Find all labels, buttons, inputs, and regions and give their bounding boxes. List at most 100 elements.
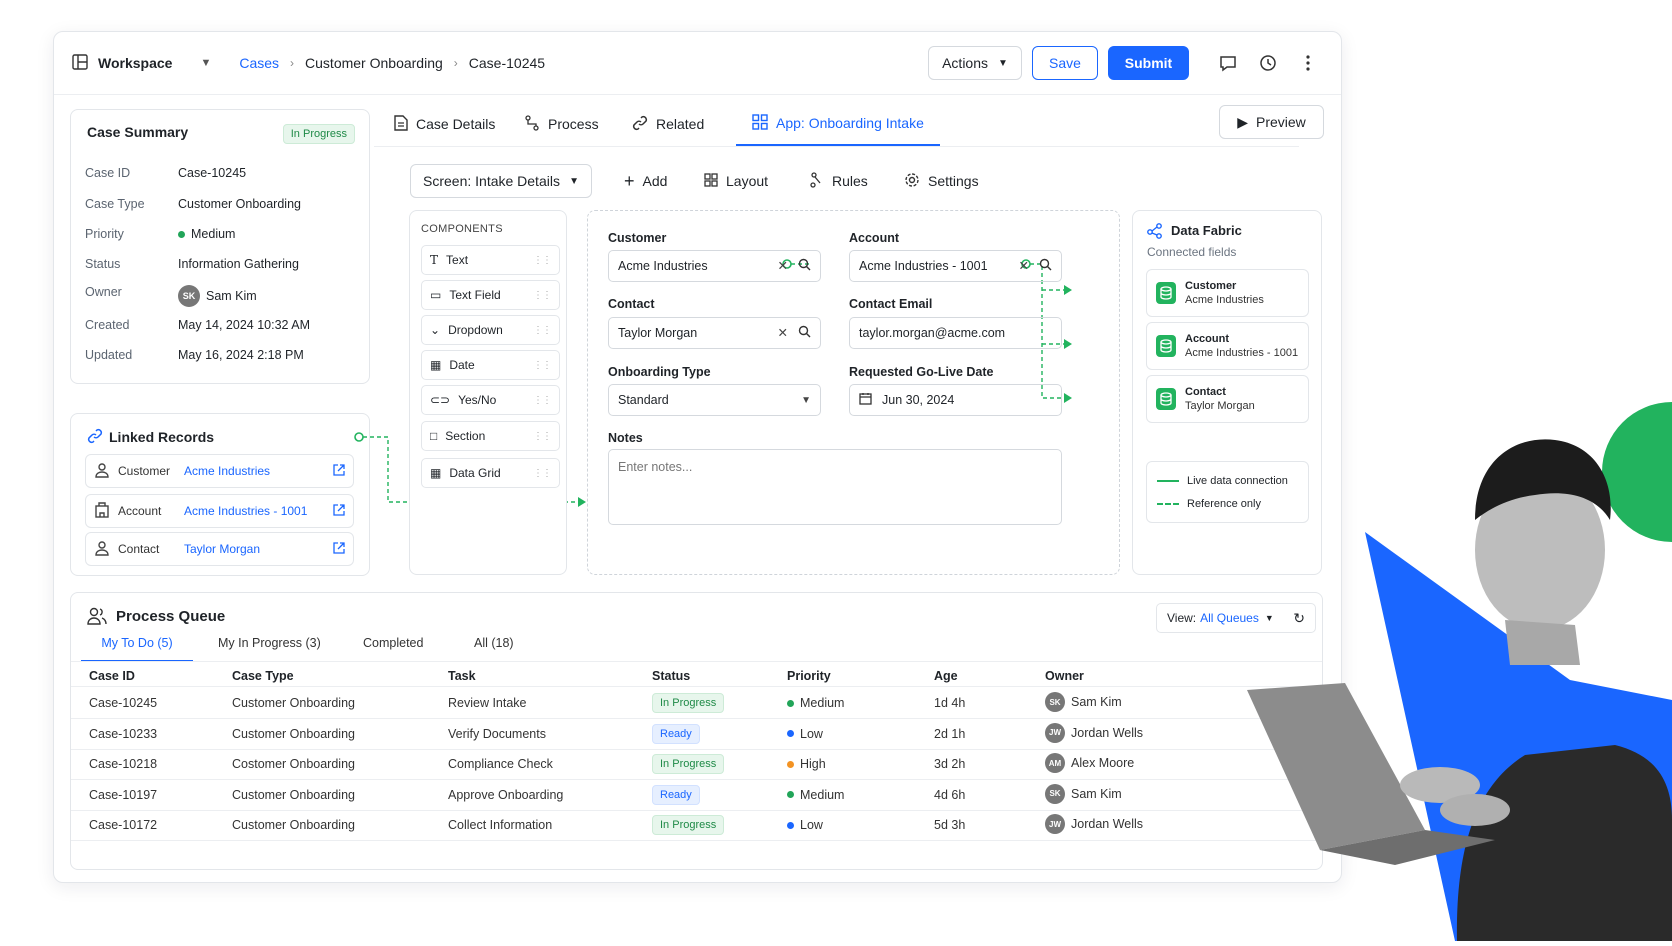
rules-label: Rules — [832, 173, 868, 189]
drag-handle-icon[interactable]: ⋮⋮ — [533, 325, 552, 336]
field-key: Status — [85, 257, 121, 271]
save-button[interactable]: Save — [1032, 46, 1098, 80]
component-text-field[interactable]: ▭ Text Field ⋮⋮ — [421, 280, 560, 310]
comment-icon[interactable] — [1213, 48, 1243, 78]
tab-label: App: Onboarding Intake — [776, 115, 924, 131]
onboarding-type-label: Onboarding Type — [608, 365, 711, 379]
case-id-cell[interactable]: Case-10245 — [89, 696, 157, 710]
chevron-right-icon: › — [290, 56, 295, 70]
priority-dot — [178, 230, 185, 238]
linked-value[interactable]: Acme Industries — [184, 464, 270, 478]
field-value: Case-10245 — [178, 166, 247, 180]
customer-value: Acme Industries — [618, 259, 708, 273]
column-header[interactable]: Priority — [787, 669, 831, 683]
linked-record-contact[interactable]: Contact Taylor Morgan — [85, 532, 354, 566]
actions-button[interactable]: Actions ▼ — [928, 46, 1022, 80]
case-id-cell[interactable]: Case-10197 — [89, 788, 157, 802]
component-yes-no[interactable]: ⊂⊃ Yes/No ⋮⋮ — [421, 385, 560, 415]
priority-dot — [787, 699, 794, 707]
rules-button[interactable]: Rules — [810, 164, 868, 198]
column-header[interactable]: Task — [448, 669, 476, 683]
column-header[interactable]: Status — [652, 669, 690, 683]
drag-handle-icon[interactable]: ⋮⋮ — [533, 395, 552, 406]
clear-icon[interactable]: ✕ — [1019, 258, 1029, 274]
table-row[interactable]: Case-10245 Customer Onboarding Review Inta… — [71, 688, 1322, 719]
tab-related[interactable]: Related — [632, 102, 704, 146]
linked-value[interactable]: Acme Industries - 1001 — [184, 504, 307, 518]
table-row[interactable]: Case-10197 Customer Onboarding Approve Onb… — [71, 780, 1322, 811]
external-link-icon[interactable] — [333, 541, 345, 557]
link-icon — [87, 428, 103, 449]
search-icon[interactable] — [798, 325, 811, 341]
add-button[interactable]: + Add — [624, 164, 667, 198]
drag-handle-icon[interactable]: ⋮⋮ — [533, 360, 552, 371]
column-header[interactable]: Case Type — [232, 669, 294, 683]
external-link-icon[interactable] — [333, 503, 345, 519]
more-icon[interactable] — [1293, 48, 1323, 78]
notes-textarea[interactable]: Enter notes... — [608, 449, 1062, 525]
column-header[interactable]: Case ID — [89, 669, 135, 683]
tab-my-in-progress[interactable]: My In Progress (3) — [218, 636, 321, 662]
account-field[interactable]: Acme Industries - 1001 ✕ — [849, 250, 1062, 282]
linked-label: Contact — [118, 542, 160, 556]
calendar-icon[interactable] — [859, 392, 872, 408]
search-icon[interactable] — [1039, 258, 1052, 274]
fabric-field-account[interactable]: Account Acme Industries - 1001 — [1146, 322, 1309, 370]
breadcrumb-customer-onboarding[interactable]: Customer Onboarding — [305, 55, 443, 71]
screen-select[interactable]: Screen: Intake Details ▼ — [410, 164, 592, 198]
priority-label: Low — [800, 726, 823, 741]
drag-handle-icon[interactable]: ⋮⋮ — [533, 290, 552, 301]
contact-field[interactable]: Taylor Morgan ✕ — [608, 317, 821, 349]
settings-button[interactable]: Settings — [904, 164, 979, 198]
tab-process[interactable]: Process — [524, 102, 599, 146]
table-row[interactable]: Case-10233 Customer Onboarding Verify Docu… — [71, 719, 1322, 750]
column-header[interactable]: Age — [934, 669, 958, 683]
contact-email-field[interactable]: taylor.morgan@acme.com — [849, 317, 1062, 349]
customer-field[interactable]: Acme Industries ✕ — [608, 250, 821, 282]
component-text[interactable]: T Text ⋮⋮ — [421, 245, 560, 275]
breadcrumb-cases[interactable]: Cases — [239, 55, 279, 71]
submit-button[interactable]: Submit — [1108, 46, 1189, 80]
component-date[interactable]: ▦ Date ⋮⋮ — [421, 350, 560, 380]
table-row[interactable]: Case-10172 Customer Onboarding Collect Inf… — [71, 810, 1322, 841]
case-id-cell[interactable]: Case-10218 — [89, 757, 157, 771]
clear-icon[interactable]: ✕ — [778, 325, 788, 341]
linked-value[interactable]: Taylor Morgan — [184, 542, 260, 556]
chevron-down-icon: ▼ — [998, 57, 1008, 69]
fabric-field-customer[interactable]: Customer Acme Industries — [1146, 269, 1309, 317]
drag-handle-icon[interactable]: ⋮⋮ — [533, 468, 552, 479]
search-icon[interactable] — [798, 258, 811, 274]
table-row[interactable]: Case-10218 Costomer Onboarding Compliance … — [71, 749, 1322, 780]
onboarding-type-select[interactable]: Standard ▼ — [608, 384, 821, 416]
external-link-icon[interactable] — [333, 463, 345, 479]
layout-button[interactable]: Layout — [704, 164, 768, 198]
linked-record-customer[interactable]: Customer Acme Industries — [85, 454, 354, 488]
solid-line-icon — [1157, 480, 1179, 482]
status-badge: In Progress — [652, 693, 725, 713]
drag-handle-icon[interactable]: ⋮⋮ — [533, 431, 552, 442]
component-data-grid[interactable]: ▦ Data Grid ⋮⋮ — [421, 458, 560, 488]
preview-button[interactable]: ▶ Preview — [1219, 105, 1324, 139]
tab-case-details[interactable]: Case Details — [394, 102, 495, 146]
case-id-cell[interactable]: Case-10233 — [89, 727, 157, 741]
drag-handle-icon[interactable]: ⋮⋮ — [533, 255, 552, 266]
linked-record-account[interactable]: Account Acme Industries - 1001 — [85, 494, 354, 528]
database-icon — [1156, 388, 1176, 410]
case-id-cell[interactable]: Case-10172 — [89, 818, 157, 832]
contact-email-value: taylor.morgan@acme.com — [859, 326, 1006, 340]
process-queue-title: Process Queue — [116, 608, 226, 625]
component-dropdown[interactable]: ⌄ Dropdown ⋮⋮ — [421, 315, 560, 345]
go-live-date-field[interactable]: Jun 30, 2024 — [849, 384, 1062, 416]
history-icon[interactable] — [1253, 48, 1283, 78]
tab-app-onboarding-intake[interactable]: App: Onboarding Intake — [736, 102, 940, 146]
tab-all[interactable]: All (18) — [474, 636, 514, 662]
clear-icon[interactable]: ✕ — [778, 258, 788, 274]
column-header[interactable]: Owner — [1045, 669, 1084, 683]
tab-my-to-do[interactable]: My To Do (5) — [81, 636, 193, 662]
tab-completed[interactable]: Completed — [363, 636, 423, 662]
summary-field: Case Type Customer Onboarding — [85, 197, 301, 211]
workspace-switcher[interactable]: Workspace ▼ — [72, 53, 211, 73]
component-section[interactable]: □ Section ⋮⋮ — [421, 421, 560, 451]
account-value: Acme Industries - 1001 — [859, 259, 988, 273]
top-bar: Workspace ▼ Cases › Customer Onboarding … — [54, 32, 1341, 95]
